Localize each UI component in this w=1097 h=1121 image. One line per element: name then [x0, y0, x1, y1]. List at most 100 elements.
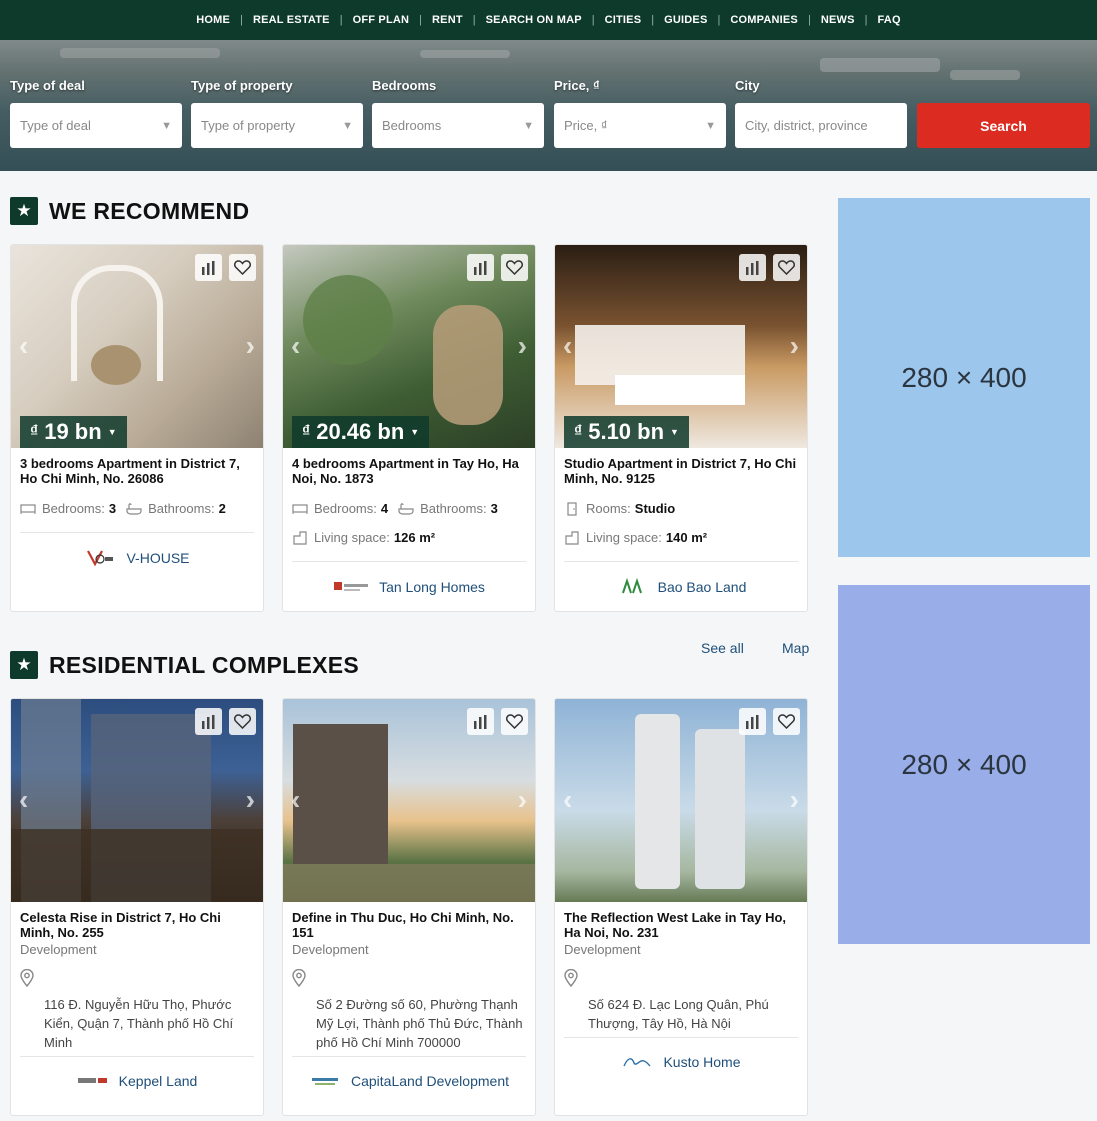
bedrooms-select[interactable]: Bedrooms ▼ [372, 103, 544, 148]
listing-title[interactable]: 4 bedrooms Apartment in Tay Ho, Ha Noi, … [283, 448, 535, 486]
chevron-left-icon[interactable]: ‹ [19, 784, 28, 816]
listing-photo[interactable]: ‹ › ₫ 20.46 bn ▼ [283, 245, 535, 448]
chevron-right-icon[interactable]: › [790, 330, 799, 362]
section-title: RESIDENTIAL COMPLEXES [49, 651, 360, 678]
compare-icon[interactable] [739, 254, 766, 281]
listing-title[interactable]: 3 bedrooms Apartment in District 7, Ho C… [11, 448, 263, 486]
compare-icon[interactable] [739, 708, 766, 735]
agency-link[interactable]: Kusto Home [555, 1038, 807, 1086]
listing-card[interactable]: ‹ › ₫ 20.46 bn ▼ 4 bedrooms Apartment in… [282, 244, 536, 612]
compare-icon[interactable] [467, 254, 494, 281]
chevron-left-icon[interactable]: ‹ [563, 330, 572, 362]
photo-detail [293, 724, 388, 864]
complex-card[interactable]: ‹ › The Reflection West Lake in Tay Ho, … [554, 698, 808, 1116]
complex-card[interactable]: ‹ › Define in Thu Duc, Ho Chi Minh, No. … [282, 698, 536, 1116]
nav-news[interactable]: NEWS [811, 14, 865, 26]
nav-faq[interactable]: FAQ [868, 14, 911, 26]
caret-down-icon: ▼ [705, 119, 716, 132]
listing-features: Living space: 140 m² [555, 523, 807, 552]
ad-banner[interactable]: 280 × 400 [838, 585, 1090, 944]
select-placeholder: Type of deal [20, 118, 91, 133]
chevron-right-icon[interactable]: › [246, 784, 255, 816]
chevron-right-icon[interactable]: › [790, 784, 799, 816]
price-badge[interactable]: ₫ 5.10 bn ▼ [564, 416, 689, 448]
bedrooms-label: Bedrooms: [42, 501, 105, 516]
city-input[interactable]: City, district, province [735, 103, 907, 148]
listing-card[interactable]: ‹ › ₫ 19 bn ▼ 3 bedrooms Apartment in Di… [10, 244, 264, 612]
photo-detail [91, 345, 141, 385]
agency-link[interactable]: Keppel Land [11, 1057, 263, 1105]
listing-card[interactable]: ‹ › ₫ 5.10 bn ▼ Studio Apartment in Dist… [554, 244, 808, 612]
map-link[interactable]: Map [782, 640, 809, 656]
nav-real-estate[interactable]: REAL ESTATE [243, 14, 340, 26]
living-space-label: Living space: [314, 530, 390, 545]
agency-link[interactable]: V-HOUSE [11, 533, 263, 583]
chevron-right-icon[interactable]: › [518, 784, 527, 816]
favorite-heart-icon[interactable] [501, 254, 528, 281]
ad-banner[interactable]: 280 × 400 [838, 198, 1090, 557]
complex-title[interactable]: Define in Thu Duc, Ho Chi Minh, No. 151 [283, 902, 535, 940]
listing-features: Bedrooms: 3 Bathrooms: 2 [11, 494, 263, 523]
compare-icon[interactable] [195, 708, 222, 735]
price-badge[interactable]: ₫ 20.46 bn ▼ [292, 416, 430, 448]
agency-link[interactable]: CapitaLand Development [283, 1057, 535, 1105]
chevron-left-icon[interactable]: ‹ [563, 784, 572, 816]
agency-name: V-HOUSE [126, 550, 190, 566]
complex-title[interactable]: Celesta Rise in District 7, Ho Chi Minh,… [11, 902, 263, 940]
listing-photo[interactable]: ‹ › ₫ 19 bn ▼ [11, 245, 263, 448]
favorite-heart-icon[interactable] [773, 708, 800, 735]
nav-companies[interactable]: COMPANIES [720, 14, 808, 26]
chevron-left-icon[interactable]: ‹ [19, 330, 28, 362]
nav-cities[interactable]: CITIES [595, 14, 652, 26]
nav-guides[interactable]: GUIDES [654, 14, 717, 26]
agency-logo [309, 1073, 341, 1089]
favorite-heart-icon[interactable] [773, 254, 800, 281]
chevron-left-icon[interactable]: ‹ [291, 784, 300, 816]
complex-status: Development [564, 942, 641, 957]
filter-label: Bedrooms [372, 78, 437, 93]
agency-name: Keppel Land [118, 1073, 198, 1089]
favorite-heart-icon[interactable] [229, 708, 256, 735]
price-select[interactable]: Price, ₫ ▼ [554, 103, 726, 148]
bathrooms-label: Bathrooms: [148, 501, 215, 516]
bed-icon [292, 503, 308, 514]
agency-logo [84, 550, 116, 567]
complex-photo[interactable]: ‹ › [11, 699, 263, 902]
photo-detail [11, 829, 263, 902]
favorite-heart-icon[interactable] [501, 708, 528, 735]
compare-icon[interactable] [195, 254, 222, 281]
nav-home[interactable]: HOME [186, 14, 240, 26]
ad-placeholder-text: 280 × 400 [901, 748, 1027, 780]
favorite-heart-icon[interactable] [229, 254, 256, 281]
nav-rent[interactable]: RENT [422, 14, 473, 26]
nav-off-plan[interactable]: OFF PLAN [343, 14, 420, 26]
complex-photo[interactable]: ‹ › [555, 699, 807, 902]
agency-name: Kusto Home [663, 1054, 741, 1070]
type-of-deal-select[interactable]: Type of deal ▼ [10, 103, 182, 148]
complex-title[interactable]: The Reflection West Lake in Tay Ho, Ha N… [555, 902, 807, 940]
nav-search-on-map[interactable]: SEARCH ON MAP [476, 14, 592, 26]
listing-title[interactable]: Studio Apartment in District 7, Ho Chi M… [555, 448, 807, 486]
price-badge[interactable]: ₫ 19 bn ▼ [20, 416, 127, 448]
complex-card[interactable]: ‹ › Celesta Rise in District 7, Ho Chi M… [10, 698, 264, 1116]
agency-link[interactable]: Bao Bao Land [555, 562, 807, 611]
chevron-right-icon[interactable]: › [246, 330, 255, 362]
listing-features: Rooms: Studio [555, 494, 807, 523]
bedrooms-label: Bedrooms: [314, 501, 377, 516]
agency-logo [333, 579, 369, 595]
see-all-link[interactable]: See all [701, 640, 744, 656]
price-value: 5.10 bn [588, 419, 665, 444]
bathrooms-value: 3 [490, 501, 498, 516]
chevron-right-icon[interactable]: › [518, 330, 527, 362]
filter-type-of-deal: Type of deal Type of deal ▼ [10, 76, 182, 148]
complex-photo[interactable]: ‹ › [283, 699, 535, 902]
caret-down-icon: ▼ [161, 119, 172, 132]
search-button[interactable]: Search [917, 103, 1090, 148]
chevron-left-icon[interactable]: ‹ [291, 330, 300, 362]
agency-link[interactable]: Tan Long Homes [283, 562, 535, 611]
photo-detail [695, 729, 745, 889]
photo-detail [635, 714, 680, 889]
listing-photo[interactable]: ‹ › ₫ 5.10 bn ▼ [555, 245, 807, 448]
compare-icon[interactable] [467, 708, 494, 735]
type-of-property-select[interactable]: Type of property ▼ [191, 103, 363, 148]
